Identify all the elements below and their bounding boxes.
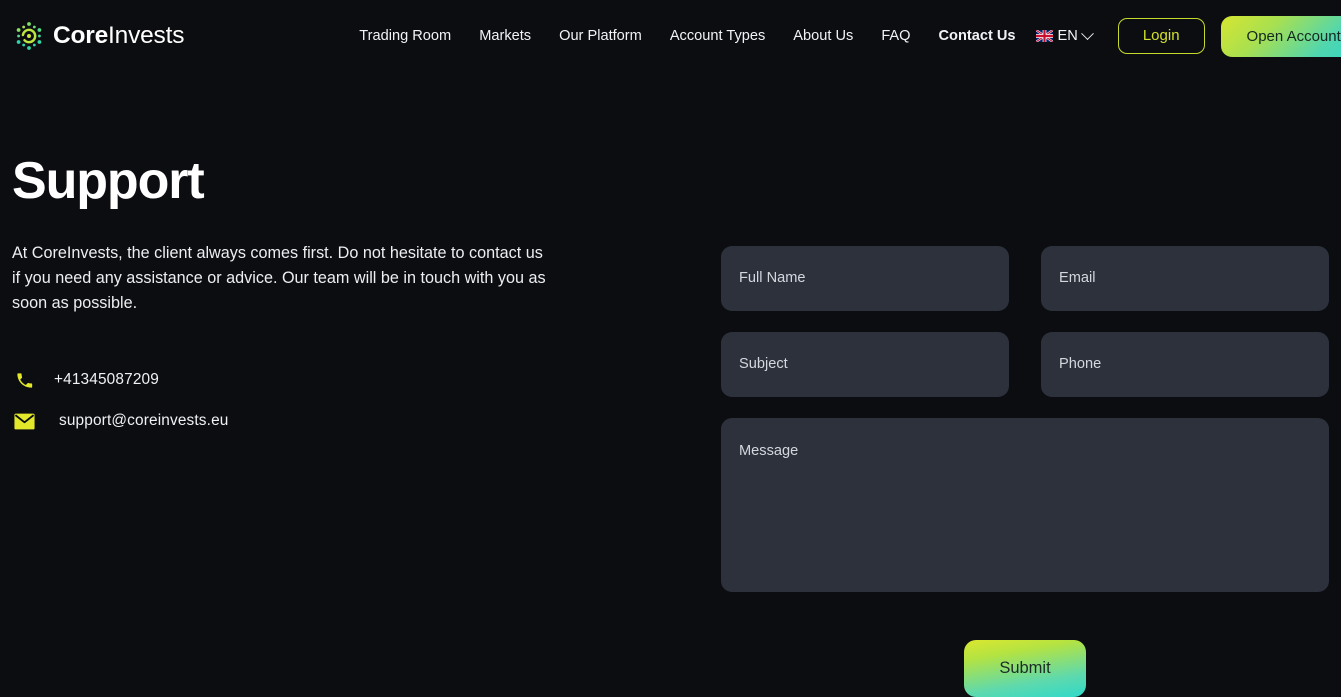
submit-row: Submit — [721, 640, 1329, 697]
contact-email-value: support@coreinvests.eu — [59, 412, 229, 430]
envelope-icon — [12, 410, 36, 432]
uk-flag-icon — [1036, 30, 1053, 42]
phone-placeholder: Phone — [1059, 357, 1101, 372]
nav-item-trading-room[interactable]: Trading Room — [345, 23, 465, 50]
contact-row-email[interactable]: support@coreinvests.eu — [12, 404, 712, 438]
nav-item-about-us[interactable]: About Us — [779, 23, 867, 50]
nav-item-faq[interactable]: FAQ — [867, 23, 924, 50]
nav-item-account-types[interactable]: Account Types — [656, 23, 779, 50]
form-row-subject-phone: Subject Phone — [721, 332, 1329, 397]
contact-form: Full Name Email Subject Phone Message Su… — [721, 72, 1329, 697]
brand-wordmark: CoreInvests — [53, 24, 184, 49]
language-code: EN — [1058, 28, 1078, 44]
nav-item-our-platform[interactable]: Our Platform — [545, 23, 656, 50]
page-main: Support At CoreInvests, the client alway… — [0, 72, 1341, 697]
main-navigation: Trading Room Markets Our Platform Accoun… — [345, 23, 1029, 50]
chevron-down-icon — [1081, 27, 1094, 40]
full-name-placeholder: Full Name — [739, 271, 806, 286]
phone-input[interactable]: Phone — [1041, 332, 1329, 397]
nav-item-contact-us[interactable]: Contact Us — [925, 23, 1030, 50]
nav-item-markets[interactable]: Markets — [465, 23, 545, 50]
page-title: Support — [12, 155, 712, 207]
hexagon-network-icon — [14, 21, 44, 51]
contact-list: +41345087209 support@coreinvests.eu — [12, 363, 712, 438]
subject-input[interactable]: Subject — [721, 332, 1009, 397]
site-header: CoreInvests Trading Room Markets Our Pla… — [0, 0, 1341, 72]
contact-row-phone[interactable]: +41345087209 — [12, 363, 712, 397]
support-info-column: Support At CoreInvests, the client alway… — [12, 72, 712, 697]
message-textarea[interactable]: Message — [721, 418, 1329, 592]
brand-logo[interactable]: CoreInvests — [12, 21, 184, 51]
language-selector[interactable]: EN — [1030, 22, 1098, 50]
full-name-input[interactable]: Full Name — [721, 246, 1009, 311]
contact-phone-value: +41345087209 — [54, 371, 159, 389]
brand-name-light: Invests — [108, 22, 184, 49]
header-actions: EN Login Open Account — [1030, 16, 1341, 57]
submit-button[interactable]: Submit — [964, 640, 1086, 697]
form-row-name-email: Full Name Email — [721, 246, 1329, 311]
message-placeholder: Message — [739, 443, 798, 459]
phone-icon — [12, 369, 36, 391]
open-account-button[interactable]: Open Account — [1221, 16, 1341, 57]
brand-name-bold: Core — [53, 22, 108, 49]
email-input[interactable]: Email — [1041, 246, 1329, 311]
support-description: At CoreInvests, the client always comes … — [12, 241, 548, 316]
subject-placeholder: Subject — [739, 357, 788, 372]
email-placeholder: Email — [1059, 271, 1096, 286]
login-button[interactable]: Login — [1118, 18, 1205, 54]
